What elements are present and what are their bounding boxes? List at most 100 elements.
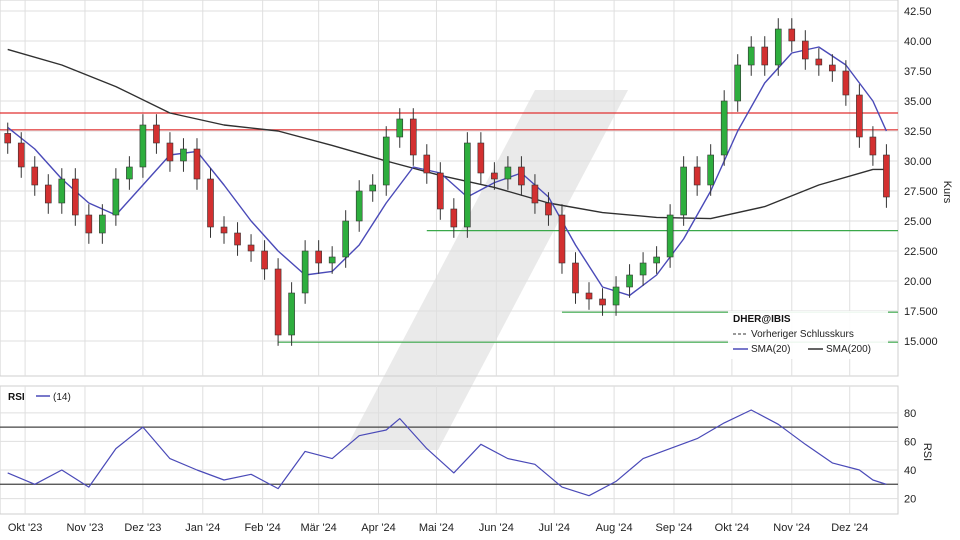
legend-prev-close-label: Vorheriger Schlusskurs — [751, 329, 854, 340]
price-y-tick: 40.00 — [904, 36, 932, 48]
candle-body — [17, 142, 25, 168]
candle-body — [72, 178, 79, 216]
candle-body — [815, 58, 823, 66]
candle-body — [477, 142, 485, 174]
candle-body — [653, 256, 660, 264]
x-tick: Jun '24 — [479, 522, 514, 534]
candle-body — [747, 46, 755, 66]
x-tick: Nov '23 — [66, 522, 103, 534]
candle-body — [842, 70, 850, 96]
candle-body — [639, 262, 647, 276]
candle-body — [788, 28, 796, 42]
rsi-legend: RSI (14) — [8, 392, 71, 403]
x-tick: Okt '23 — [8, 522, 43, 534]
x-tick: Aug '24 — [596, 522, 633, 534]
rsi-y-tick-labels: 20 40 60 80 — [904, 408, 916, 506]
candle-body — [85, 214, 93, 234]
price-y-tick: 15.000 — [904, 336, 938, 348]
price-y-tick: 32.50 — [904, 126, 932, 138]
legend-sma200-label: SMA(200) — [826, 344, 871, 355]
candle-body — [166, 142, 174, 162]
x-tick: Sep '24 — [655, 522, 692, 534]
price-y-tick-labels: 15.000 17.500 20.00 22.500 25.00 27.500 30.00 3… — [904, 6, 938, 348]
price-y-tick: 25.00 — [904, 216, 932, 228]
candle-body — [274, 268, 282, 336]
candle-body — [450, 208, 458, 228]
candle-body — [342, 220, 349, 258]
rsi-legend-label: (14) — [53, 392, 71, 403]
candle-body — [680, 166, 687, 216]
candle-body — [220, 226, 228, 234]
candle-body — [423, 154, 431, 174]
candle-body — [409, 118, 417, 156]
candle-body — [761, 46, 769, 66]
candle-body — [99, 214, 106, 234]
candle-body — [856, 94, 863, 138]
candle-body — [612, 286, 620, 306]
candle-body — [207, 178, 214, 228]
price-y-tick: 42.50 — [904, 6, 932, 18]
candle-body — [126, 166, 133, 180]
candle-body — [261, 250, 268, 270]
candle-body — [139, 124, 147, 168]
price-y-tick: 27.500 — [904, 186, 938, 198]
rsi-y-tick: 60 — [904, 436, 916, 448]
legend-sma20-label: SMA(20) — [751, 344, 790, 355]
candle-body — [247, 244, 255, 252]
candle-body — [491, 172, 498, 180]
candle-body — [802, 40, 809, 60]
x-tick: Dez '24 — [831, 522, 868, 534]
candle-body — [315, 250, 322, 264]
chart-root: 15.000 17.500 20.00 22.500 25.00 27.500 30.00 3… — [0, 0, 953, 534]
rsi-title: RSI — [8, 392, 25, 403]
candle-body — [382, 136, 390, 186]
candle-body — [31, 166, 39, 186]
x-tick: Jan '24 — [185, 522, 220, 534]
candle-body — [545, 202, 552, 216]
candle-body — [369, 184, 377, 192]
candle-body — [153, 124, 160, 144]
price-legend: DHER@IBIS Vorheriger Schlusskurs SMA(20)… — [728, 311, 888, 359]
rsi-reference-lines — [0, 426, 898, 485]
candle-body — [234, 232, 241, 246]
candle-body — [193, 148, 201, 180]
candle-body — [44, 184, 52, 204]
candle-body — [112, 178, 120, 216]
x-tick: Nov '24 — [773, 522, 810, 534]
rsi-y-tick: 40 — [904, 465, 916, 477]
rsi-axis-title: RSI — [921, 443, 933, 461]
candle-body — [693, 166, 701, 186]
x-tick: Dez '23 — [124, 522, 161, 534]
candle-body — [707, 154, 714, 186]
candle-body — [58, 178, 66, 204]
price-y-tick: 37.50 — [904, 66, 932, 78]
sma200-polyline — [7, 48, 887, 220]
rsi-y-tick: 80 — [904, 408, 916, 420]
price-y-tick: 20.00 — [904, 276, 932, 288]
candle-body — [518, 166, 525, 186]
x-axis-tick-labels: Okt '23 Nov '23 Dez '23 Jan '24 Feb '24 Mär '… — [8, 522, 868, 534]
candle-body — [869, 136, 877, 156]
candle-body — [464, 142, 471, 228]
x-tick: Jul '24 — [539, 522, 570, 534]
x-tick: Feb '24 — [244, 522, 280, 534]
candle-body — [883, 154, 890, 198]
candle-body — [180, 148, 187, 162]
candle-body — [437, 172, 444, 210]
candle-body — [301, 250, 309, 294]
candle-body — [4, 133, 12, 144]
candle-body — [626, 274, 633, 288]
candle-body — [829, 64, 836, 72]
candle-body — [558, 214, 566, 264]
x-tick: Okt '24 — [715, 522, 750, 534]
sma200-line — [7, 48, 887, 220]
candle-body — [599, 298, 606, 306]
price-y-tick: 30.00 — [904, 156, 932, 168]
candle-body — [734, 64, 742, 102]
price-y-tick: 35.00 — [904, 96, 932, 108]
candle-body — [720, 100, 728, 156]
candle-body — [585, 292, 593, 300]
rsi-y-tick: 20 — [904, 494, 916, 506]
candle-body — [666, 214, 674, 258]
legend-title: DHER@IBIS — [733, 314, 791, 325]
